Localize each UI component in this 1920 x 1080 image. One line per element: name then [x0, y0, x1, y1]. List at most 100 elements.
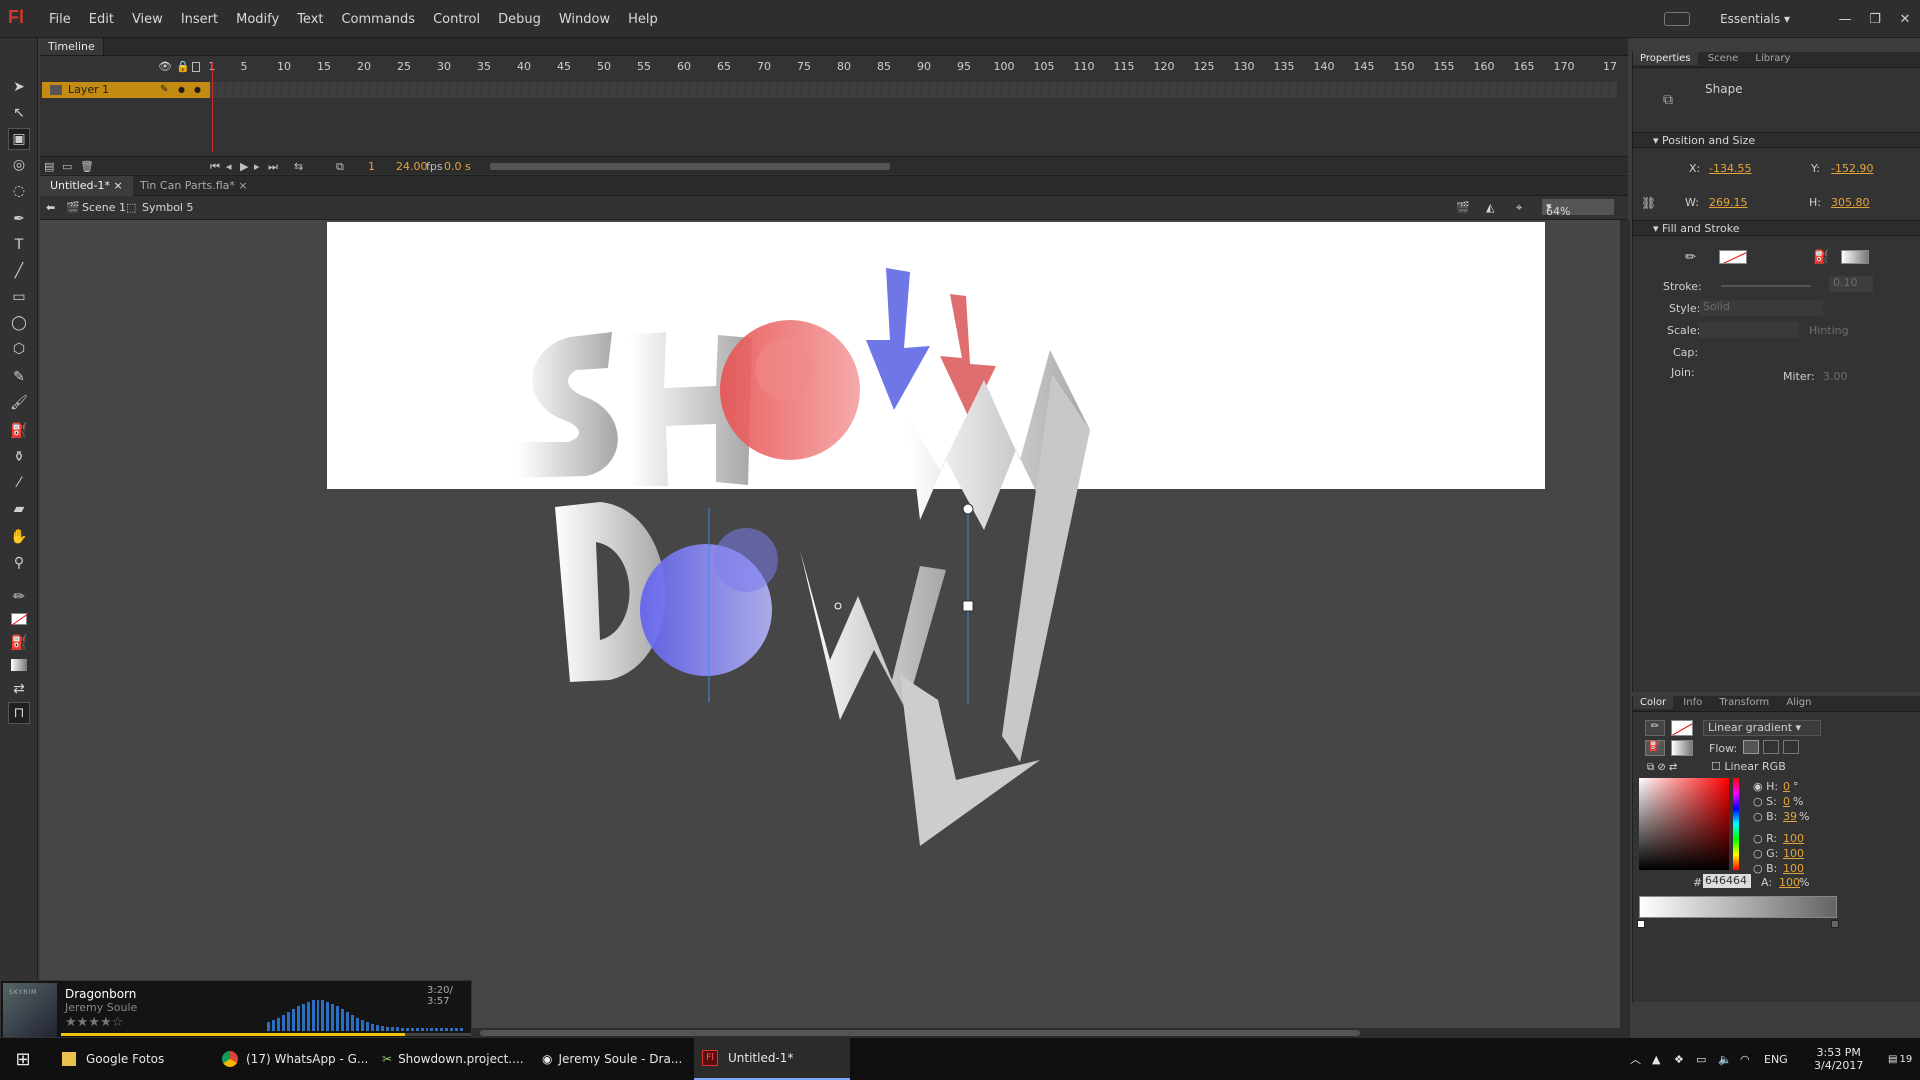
taskbar-google-fotos[interactable]: Google Fotos: [54, 1038, 210, 1080]
g-value[interactable]: 100: [1783, 847, 1804, 860]
frame-track[interactable]: [210, 82, 1618, 98]
ink-bottle-tool-icon[interactable]: ⚱: [8, 446, 30, 468]
playhead[interactable]: [212, 62, 213, 152]
go-first-frame-icon[interactable]: ⏮: [210, 160, 220, 174]
menu-edit[interactable]: Edit: [80, 12, 123, 27]
fill-stroke-header[interactable]: ▾ Fill and Stroke: [1633, 220, 1920, 236]
flow-reflect-button[interactable]: [1763, 740, 1779, 754]
volume-icon[interactable]: 🔈: [1710, 1038, 1732, 1080]
show-letters[interactable]: [518, 332, 752, 486]
battery-icon[interactable]: ▭: [1688, 1038, 1706, 1080]
scene-breadcrumb[interactable]: Scene 1: [82, 201, 126, 214]
new-folder-icon[interactable]: ▭: [62, 160, 72, 173]
tab-info[interactable]: Info: [1676, 696, 1709, 709]
menu-control[interactable]: Control: [424, 12, 489, 27]
delete-layer-icon[interactable]: 🗑: [80, 160, 94, 173]
stage-area[interactable]: [40, 220, 1620, 1028]
gradient-width-handle[interactable]: [962, 600, 974, 612]
menu-file[interactable]: File: [40, 12, 80, 27]
elapsed-time[interactable]: 0.0 s: [444, 160, 471, 173]
zoom-tool-icon[interactable]: ⚲: [8, 552, 30, 574]
loop-icon[interactable]: ⇆: [294, 160, 303, 173]
fill-gradient-icon[interactable]: [8, 654, 30, 676]
x-value[interactable]: -134.55: [1709, 162, 1751, 175]
selection-tool-icon[interactable]: ➤: [8, 76, 30, 98]
tab-scene[interactable]: Scene: [1701, 52, 1746, 65]
start-button[interactable]: ⊞: [0, 1038, 46, 1080]
b-value[interactable]: 39: [1783, 810, 1797, 823]
stroke-none-swatch[interactable]: [1671, 720, 1693, 736]
restore-button[interactable]: ❐: [1860, 12, 1890, 27]
fill-gradient-swatch[interactable]: [1671, 740, 1693, 756]
step-back-icon[interactable]: ◂: [226, 160, 232, 173]
free-transform-tool-icon[interactable]: ▣: [8, 128, 30, 150]
oval-tool-icon[interactable]: ◯: [8, 312, 30, 334]
minimize-button[interactable]: —: [1830, 12, 1860, 27]
fill-color-none-icon[interactable]: [8, 608, 30, 630]
edit-symbol-icon[interactable]: ◭: [1486, 201, 1494, 214]
swap-colors-icon[interactable]: ⇄: [8, 678, 30, 700]
polystar-tool-icon[interactable]: ⬡: [8, 338, 30, 360]
snap-to-objects-icon[interactable]: ⊓: [8, 702, 30, 724]
w-value[interactable]: 269.15: [1709, 196, 1748, 209]
wifi-icon[interactable]: ◠: [1732, 1038, 1750, 1080]
line-tool-icon[interactable]: ╱: [8, 260, 30, 282]
tab-transform[interactable]: Transform: [1712, 696, 1776, 709]
h-value[interactable]: 0: [1783, 780, 1790, 793]
tray-chevron-icon[interactable]: ︿: [1622, 1038, 1641, 1080]
taskbar-whatsapp[interactable]: (17) WhatsApp - G...: [214, 1038, 370, 1080]
swap-colors-icon[interactable]: ⧉ ⊘ ⇄: [1647, 762, 1677, 773]
red-circle-small[interactable]: [755, 340, 815, 400]
position-size-header[interactable]: ▾ Position and Size: [1633, 132, 1920, 148]
drive-icon[interactable]: ▲: [1644, 1038, 1660, 1080]
doc-tab-untitled[interactable]: Untitled-1* ×: [40, 176, 133, 196]
tab-color[interactable]: Color: [1633, 696, 1674, 709]
gradient-rotate-handle[interactable]: [962, 503, 974, 515]
menu-commands[interactable]: Commands: [332, 12, 424, 27]
fps-value[interactable]: 24.00: [396, 160, 428, 173]
doc-tab-tin-can[interactable]: Tin Can Parts.fla* ×: [130, 176, 258, 196]
taskbar-showdown[interactable]: ✂ Showdown.project....: [374, 1038, 530, 1080]
stroke-color-swatch[interactable]: [1719, 250, 1747, 264]
tab-align[interactable]: Align: [1779, 696, 1818, 709]
language-indicator[interactable]: ENG: [1756, 1038, 1788, 1080]
edit-scene-icon[interactable]: 🎬: [1456, 201, 1470, 214]
new-layer-icon[interactable]: ▤: [44, 160, 54, 173]
link-icon[interactable]: ⛓: [1641, 196, 1656, 210]
track-rating[interactable]: ★★★★☆: [65, 1015, 123, 1030]
clock[interactable]: 3:53 PM 3/4/2017: [1806, 1038, 1863, 1080]
current-frame[interactable]: 1: [368, 160, 375, 173]
menu-text[interactable]: Text: [288, 12, 332, 27]
close-tab-icon[interactable]: ×: [238, 179, 247, 192]
outline-icon[interactable]: [192, 62, 200, 72]
s-value[interactable]: 0: [1783, 795, 1790, 808]
gradient-stop-right[interactable]: [1831, 920, 1839, 928]
linear-rgb-checkbox[interactable]: ☐ Linear RGB: [1711, 760, 1786, 773]
hand-tool-icon[interactable]: ✋: [8, 526, 30, 548]
text-tool-icon[interactable]: T: [8, 234, 30, 256]
menu-modify[interactable]: Modify: [227, 12, 288, 27]
blue-circle-small[interactable]: [714, 528, 778, 592]
sync-settings-icon[interactable]: [1664, 12, 1691, 26]
rectangle-tool-icon[interactable]: ▭: [8, 286, 30, 308]
miter-value[interactable]: 3.00: [1823, 370, 1848, 383]
notification-center[interactable]: ▤ 19: [1880, 1038, 1912, 1080]
pen-tool-icon[interactable]: ✒: [8, 208, 30, 230]
eraser-tool-icon[interactable]: ▰: [8, 498, 30, 520]
layer-lock-dot[interactable]: ●: [194, 82, 201, 98]
step-forward-icon[interactable]: ▸: [254, 160, 260, 173]
alpha-value[interactable]: 100: [1779, 876, 1800, 889]
r-value[interactable]: 100: [1783, 832, 1804, 845]
tab-library[interactable]: Library: [1748, 52, 1797, 65]
show-hide-icon[interactable]: 👁: [158, 60, 172, 73]
style-select[interactable]: Solid: [1699, 300, 1823, 316]
eyedropper-tool-icon[interactable]: ⁄: [8, 472, 30, 494]
fill-color-icon[interactable]: ⛽: [1645, 740, 1665, 756]
timeline-tab[interactable]: Timeline: [40, 38, 104, 55]
blue-value[interactable]: 100: [1783, 862, 1804, 875]
gradient-stop-left[interactable]: [1637, 920, 1645, 928]
lock-icon[interactable]: 🔒: [176, 60, 190, 73]
stroke-color-icon[interactable]: ✏: [8, 586, 30, 608]
taskbar-flash[interactable]: Fl Untitled-1*: [694, 1038, 850, 1080]
brush-tool-icon[interactable]: 🖌: [8, 392, 30, 414]
